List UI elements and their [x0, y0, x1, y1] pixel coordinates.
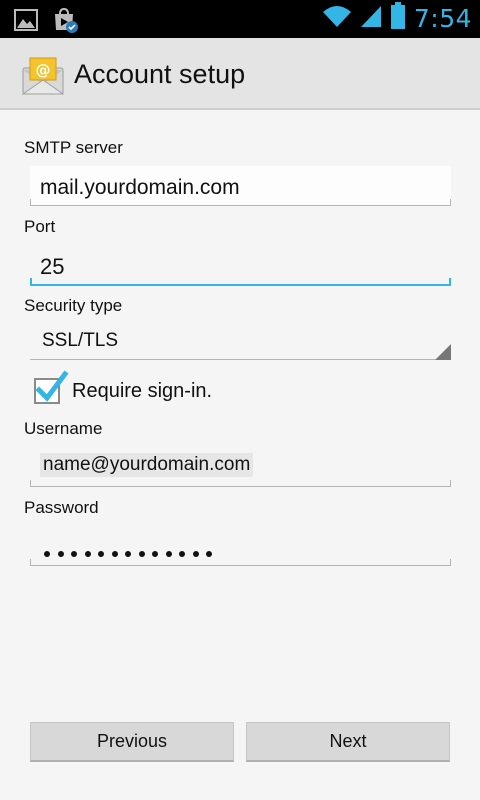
password-dot [179, 551, 185, 557]
gallery-icon [14, 9, 38, 36]
username-input[interactable]: name@yourdomain.com [30, 447, 451, 487]
password-dot [138, 551, 145, 557]
password-dot [165, 551, 172, 557]
username-value: name@yourdomain.com [40, 453, 254, 477]
smtp-server-label: SMTP server [24, 138, 123, 157]
dropdown-arrow-icon [435, 344, 451, 360]
password-label: Password [24, 498, 99, 517]
smtp-server-input[interactable]: mail.yourdomain.com [30, 166, 451, 206]
username-label: Username [24, 419, 103, 438]
security-type-value: SSL/TLS [42, 330, 119, 351]
password-dot [206, 551, 212, 557]
play-store-update-icon [52, 7, 78, 38]
password-dot [125, 551, 131, 557]
require-signin-row[interactable]: Require sign-in. [34, 370, 213, 408]
require-signin-label: Require sign-in. [72, 379, 213, 402]
checkmark-icon [35, 370, 69, 402]
field-underline-focused [30, 284, 451, 286]
require-signin-checkbox[interactable] [34, 370, 69, 404]
field-underline [30, 565, 451, 566]
password-mask [44, 551, 212, 557]
page-title: Account setup [74, 59, 246, 89]
port-input[interactable]: 25 [30, 246, 451, 286]
svg-text:@: @ [36, 61, 51, 79]
password-dot [57, 551, 64, 557]
password-dot [84, 551, 91, 557]
action-bar: @ Account setup [0, 38, 480, 110]
spinner-underline [30, 359, 451, 360]
password-input[interactable] [30, 526, 451, 566]
password-dot [152, 551, 158, 557]
previous-button[interactable]: Previous [30, 722, 234, 762]
smtp-server-value: mail.yourdomain.com [40, 176, 240, 199]
battery-icon [390, 2, 406, 35]
port-value: 25 [40, 254, 65, 279]
signal-icon [360, 4, 382, 33]
security-type-spinner[interactable]: SSL/TLS [30, 320, 451, 360]
next-button[interactable]: Next [246, 722, 450, 762]
security-type-label: Security type [24, 296, 123, 315]
password-dot [192, 551, 199, 557]
field-underline [30, 205, 451, 206]
email-app-icon: @ [21, 56, 65, 96]
password-dot [71, 551, 77, 557]
password-dot [44, 551, 50, 557]
password-dot [98, 551, 104, 557]
password-dot [111, 551, 118, 557]
status-clock: 7:54 [413, 4, 472, 33]
field-underline [30, 486, 451, 487]
port-label: Port [24, 217, 56, 236]
wifi-icon [322, 4, 352, 33]
status-bar: 7:54 [0, 0, 480, 38]
